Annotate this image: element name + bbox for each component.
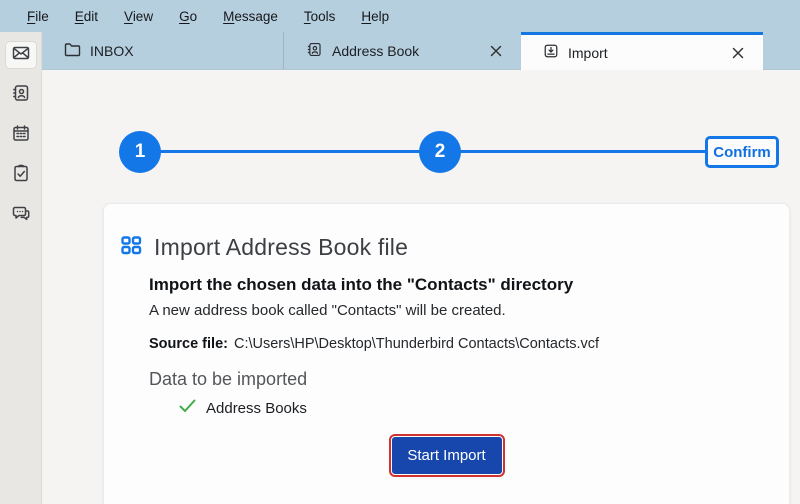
source-file-path: C:\Users\HP\Desktop\Thunderbird Contacts…	[234, 336, 599, 352]
step-1-badge: 1	[119, 131, 161, 173]
button-row: Start Import	[149, 437, 744, 474]
source-file-line: Source file: C:\Users\HP\Desktop\Thunderb…	[149, 336, 744, 352]
import-subtitle: Import the chosen data into the "Contact…	[149, 275, 744, 295]
sidebar-item-tasks[interactable]	[6, 162, 36, 188]
step-confirm-badge: Confirm	[705, 136, 779, 168]
data-section-title: Data to be imported	[149, 369, 744, 390]
tab-import-label: Import	[568, 45, 718, 61]
thunderbird-window: File Edit View Go Message Tools Help	[0, 0, 800, 504]
folder-icon	[64, 42, 81, 60]
spaces-toolbar	[0, 32, 42, 504]
tab-inbox[interactable]: INBOX	[42, 32, 283, 69]
check-icon	[179, 399, 196, 417]
menu-go[interactable]: Go	[172, 6, 204, 27]
tab-address-book-label: Address Book	[332, 43, 476, 59]
source-file-label: Source file:	[149, 336, 228, 352]
import-icon	[543, 43, 559, 62]
data-item-label: Address Books	[206, 400, 307, 417]
step-2-badge: 2	[419, 131, 461, 173]
sidebar-item-calendar[interactable]	[6, 122, 36, 148]
mail-icon	[11, 43, 31, 68]
sidebar-item-address-book[interactable]	[6, 82, 36, 108]
import-description: A new address book called "Contacts" wil…	[149, 302, 744, 319]
menu-tools[interactable]: Tools	[297, 6, 343, 27]
tasks-icon	[11, 163, 31, 188]
start-import-button[interactable]: Start Import	[392, 437, 502, 474]
chat-icon	[11, 203, 31, 228]
tab-address-book[interactable]: Address Book	[283, 32, 521, 69]
menu-help[interactable]: Help	[354, 6, 396, 27]
import-wizard: 1 2 Confirm Import Address Book file Imp…	[42, 70, 800, 504]
calendar-icon	[11, 123, 31, 148]
menu-message[interactable]: Message	[216, 6, 285, 27]
address-book-icon	[306, 41, 323, 61]
import-panel: Import Address Book file Import the chos…	[103, 203, 790, 504]
import-panel-header: Import Address Book file	[121, 234, 744, 261]
list-item: Address Books	[179, 399, 744, 417]
sidebar-item-chat[interactable]	[6, 202, 36, 228]
menu-file[interactable]: File	[20, 6, 56, 27]
address-book-icon	[11, 83, 31, 108]
app-grid-icon	[121, 236, 142, 260]
menu-edit[interactable]: Edit	[68, 6, 105, 27]
tab-inbox-label: INBOX	[90, 43, 269, 59]
menu-view[interactable]: View	[117, 6, 160, 27]
sidebar-item-mail[interactable]	[6, 42, 36, 68]
menu-bar: File Edit View Go Message Tools Help	[0, 0, 800, 32]
tab-bar: INBOX Address Book Import	[42, 32, 800, 70]
tab-import[interactable]: Import	[521, 32, 763, 70]
close-icon[interactable]	[485, 40, 507, 62]
page-title: Import Address Book file	[154, 234, 408, 261]
close-icon[interactable]	[727, 42, 749, 64]
